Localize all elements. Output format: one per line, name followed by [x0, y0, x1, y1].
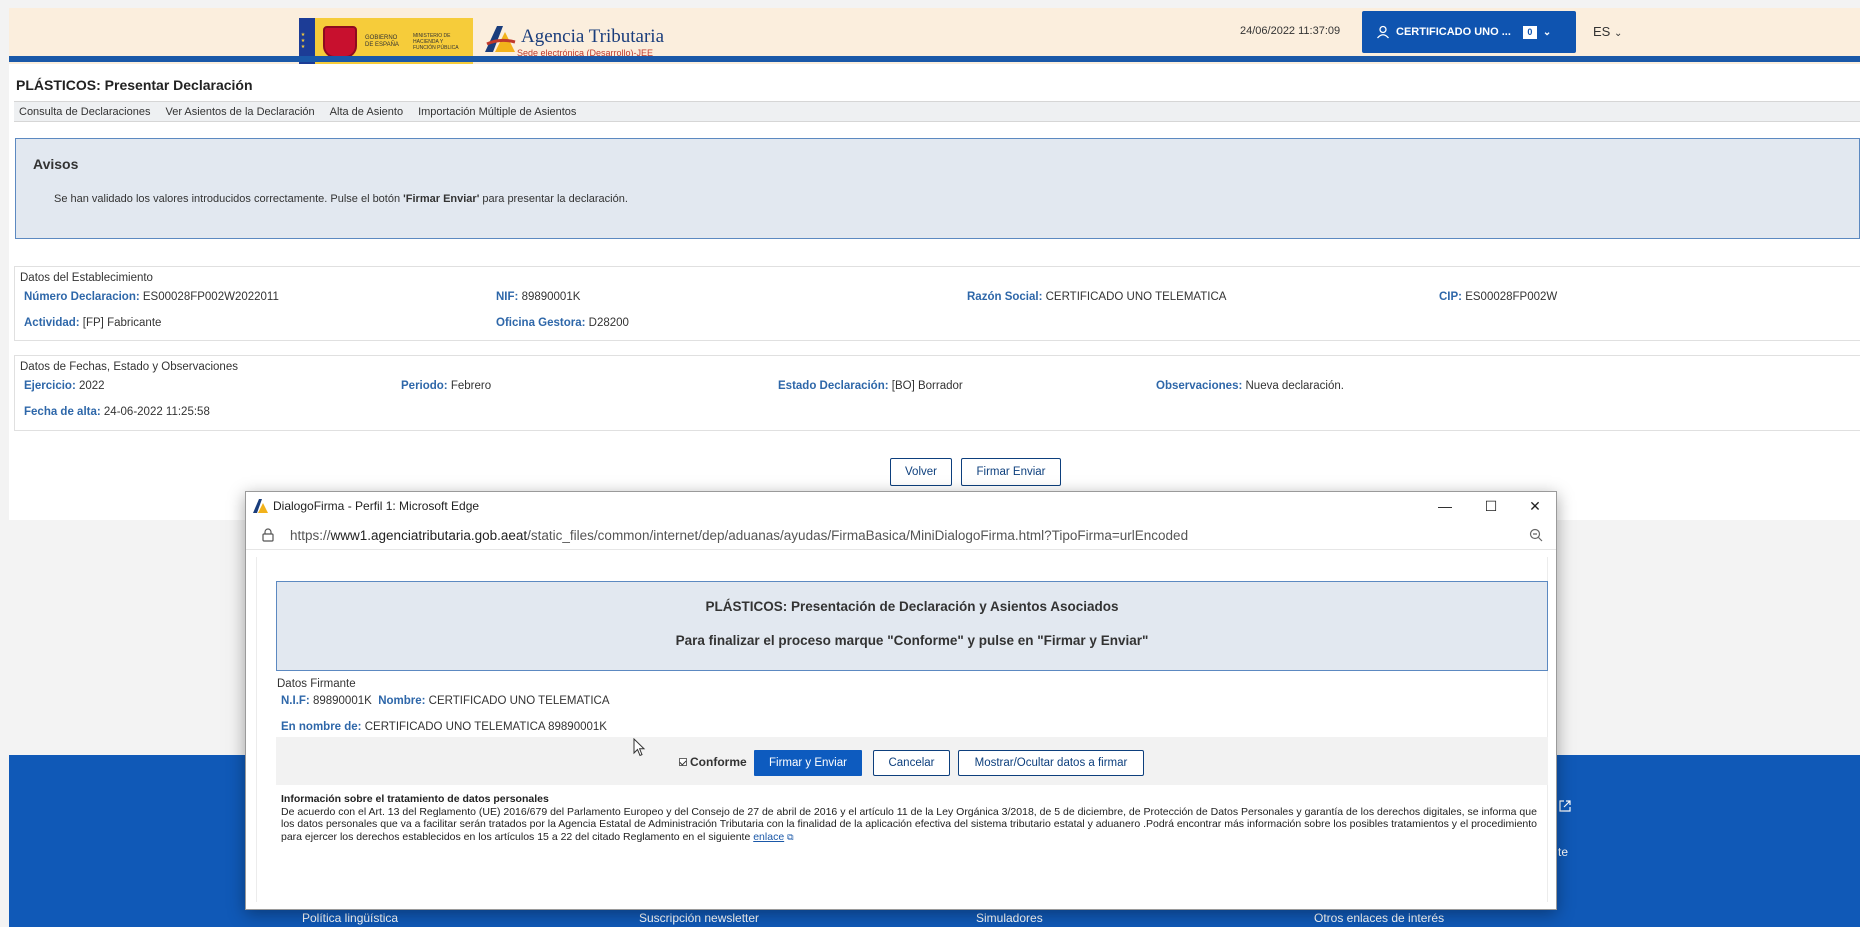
establishment-panel: Datos del Establecimiento Número Declara…	[14, 266, 1860, 341]
chevron-down-icon: ⌄	[1613, 28, 1623, 39]
page-menu: Consulta de Declaraciones Ver Asientos d…	[14, 101, 1860, 122]
cancelar-button[interactable]: Cancelar	[873, 750, 950, 776]
aeat-mark-icon	[485, 26, 516, 52]
close-icon[interactable]: ✕	[1512, 492, 1558, 520]
signature-box-subtitle: Para finalizar el proceso marque "Confor…	[675, 633, 1149, 648]
firmante-en-nombre-de: En nombre de: CERTIFICADO UNO TELEMATICA…	[281, 721, 607, 733]
firmante-nif-nombre: N.I.F: 89890001K Nombre: CERTIFICADO UNO…	[281, 695, 610, 707]
coat-of-arms-icon	[323, 25, 357, 58]
field-actividad: Actividad: [FP] Fabricante	[24, 317, 162, 329]
field-estado-declaracion: Estado Declaración: [BO] Borrador	[778, 380, 963, 392]
zoom-out-icon[interactable]	[1529, 528, 1543, 542]
privacy-info-title: Información sobre el tratamiento de dato…	[281, 793, 549, 805]
field-cip: CIP: ES00028FP002W	[1439, 291, 1558, 303]
field-fecha-alta: Fecha de alta: 24-06-2022 11:25:58	[24, 406, 210, 418]
menu-ver-asientos[interactable]: Ver Asientos de la Declaración	[165, 106, 314, 118]
notice-box: Avisos Se han validado los valores intro…	[15, 138, 1860, 239]
firmante-title: Datos Firmante	[277, 678, 356, 690]
page-title: PLÁSTICOS: Presentar Declaración	[16, 77, 253, 93]
header-divider	[9, 56, 1860, 62]
panel-title: Datos del Establecimiento	[20, 272, 153, 284]
footer-link-newsletter[interactable]: Suscripción newsletter	[639, 911, 759, 925]
menu-alta-asiento[interactable]: Alta de Asiento	[330, 106, 403, 118]
header-datetime: 24/06/2022 11:37:09	[1240, 25, 1341, 37]
privacy-info: Información sobre el tratamiento de dato…	[281, 793, 1543, 843]
field-oficina-gestora: Oficina Gestora: D28200	[496, 317, 629, 329]
ministry-text: Ministerio de Hacienda y Función Pública	[413, 32, 459, 51]
signature-info-box: PLÁSTICOS: Presentación de Declaración y…	[276, 581, 1548, 671]
panel-title: Datos de Fechas, Estado y Observaciones	[20, 361, 238, 373]
certificate-menu-button[interactable]: CERTIFICADO UNO ... 0 ⌄	[1362, 11, 1576, 53]
language-selector[interactable]: ES ⌄	[1593, 24, 1622, 39]
dates-panel: Datos de Fechas, Estado y Observaciones …	[14, 355, 1860, 431]
field-razon-social: Razón Social: CERTIFICADO UNO TELEMATICA	[967, 291, 1227, 303]
conforme-checkbox[interactable]	[679, 758, 687, 766]
menu-importacion-multiple[interactable]: Importación Múltiple de Asientos	[418, 106, 576, 118]
field-numero-declaracion: Número Declaracion: ES00028FP002W2022011	[24, 291, 279, 303]
lock-icon[interactable]	[262, 528, 274, 542]
maximize-icon[interactable]: ☐	[1468, 492, 1514, 520]
signature-box-title: PLÁSTICOS: Presentación de Declaración y…	[705, 599, 1119, 614]
mouse-cursor-icon	[633, 738, 646, 757]
notice-message: Se han validado los valores introducidos…	[54, 193, 628, 205]
footer-link-politica-linguistica[interactable]: Política lingüística	[302, 911, 398, 925]
dialog-titlebar[interactable]: DialogoFirma - Perfil 1: Microsoft Edge …	[246, 492, 1556, 520]
field-periodo: Periodo: Febrero	[401, 380, 492, 392]
external-link-icon: ⧉	[787, 831, 794, 842]
dialog-url: https://www1.agenciatributaria.gob.aeat/…	[290, 528, 1189, 543]
language-label: ES	[1593, 24, 1611, 39]
field-observaciones: Observaciones: Nueva declaración.	[1156, 380, 1344, 392]
footer-link-simuladores[interactable]: Simuladores	[976, 911, 1043, 925]
certificate-label: CERTIFICADO UNO ...	[1396, 26, 1511, 38]
firmar-enviar-button[interactable]: Firmar Enviar	[961, 458, 1061, 486]
external-link-icon[interactable]	[1558, 799, 1572, 813]
gov-text: Gobierno de España	[365, 34, 399, 48]
signature-dialog-window: DialogoFirma - Perfil 1: Microsoft Edge …	[245, 491, 1557, 910]
footer-link-otros-enlaces[interactable]: Otros enlaces de interés	[1314, 911, 1444, 925]
aeat-app-icon	[253, 499, 268, 513]
menu-consulta-declaraciones[interactable]: Consulta de Declaraciones	[19, 106, 150, 118]
chevron-down-icon: ⌄	[1542, 26, 1552, 38]
brand-title: Agencia Tributaria	[521, 26, 665, 47]
firmar-y-enviar-button[interactable]: Firmar y Enviar	[754, 750, 862, 776]
dialog-content: PLÁSTICOS: Presentación de Declaración y…	[256, 557, 1548, 902]
footer-text-fragment: te	[1558, 845, 1569, 859]
dialog-address-bar[interactable]: https://www1.agenciatributaria.gob.aeat/…	[246, 520, 1556, 550]
privacy-info-text: De acuerdo con el Art. 13 del Reglamento…	[281, 805, 1538, 843]
field-nif: NIF: 89890001K	[496, 291, 581, 303]
dialog-window-title: DialogoFirma - Perfil 1: Microsoft Edge	[273, 499, 480, 513]
field-ejercicio: Ejercicio: 2022	[24, 380, 105, 392]
mostrar-ocultar-button[interactable]: Mostrar/Ocultar datos a firmar	[958, 750, 1144, 776]
privacy-info-link[interactable]: enlace	[753, 831, 784, 843]
notice-title: Avisos	[33, 156, 79, 172]
user-icon	[1377, 25, 1389, 39]
dialog-action-band: Conforme Firmar y Enviar Cancelar Mostra…	[276, 737, 1548, 785]
volver-button[interactable]: Volver	[890, 458, 952, 486]
conforme-label[interactable]: Conforme	[690, 755, 747, 769]
minimize-icon[interactable]: —	[1422, 492, 1468, 520]
certificate-badge: 0	[1522, 25, 1537, 39]
